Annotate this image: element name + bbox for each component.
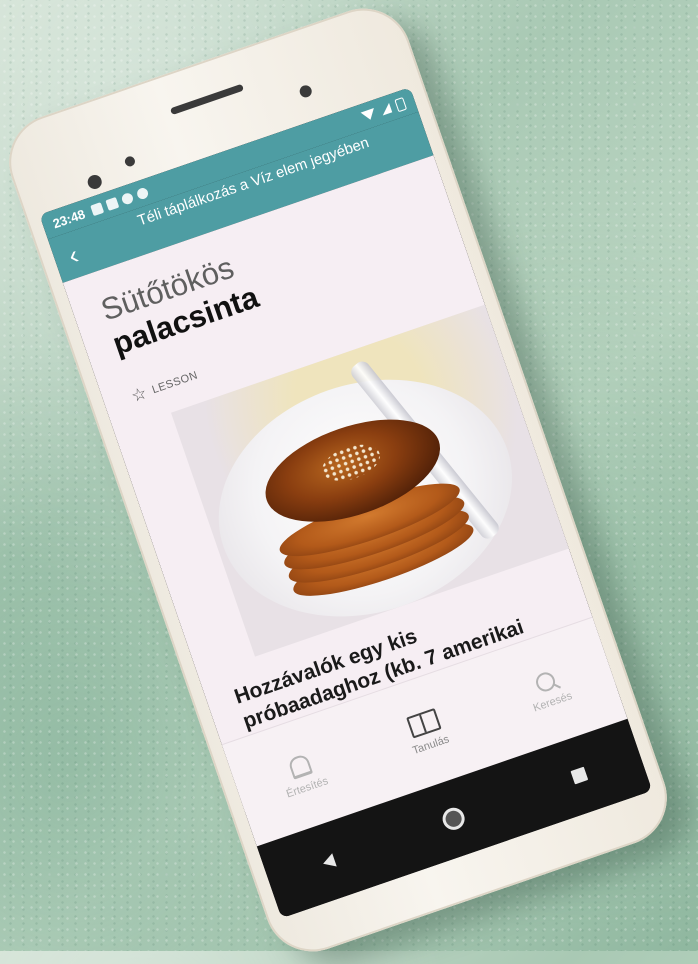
nav-label: Keresés <box>531 689 574 714</box>
app-icon <box>120 191 135 206</box>
nav-item-notifications[interactable]: Értesítés <box>276 749 330 800</box>
star-icon[interactable]: ☆ <box>129 383 150 406</box>
bell-icon <box>286 752 313 780</box>
nav-label: Értesítés <box>284 774 330 801</box>
system-back-icon[interactable] <box>321 853 338 871</box>
signal-icon <box>379 102 393 116</box>
system-home-icon[interactable] <box>439 804 468 833</box>
nav-item-search[interactable]: Keresés <box>523 666 574 714</box>
app-icon-2 <box>135 185 150 200</box>
front-camera-secondary <box>298 83 314 99</box>
notification-icon <box>90 201 105 216</box>
sensor <box>123 155 137 168</box>
book-icon <box>405 708 442 739</box>
wifi-icon <box>360 108 378 123</box>
message-icon <box>105 196 120 211</box>
lesson-tag: LESSON <box>150 368 200 396</box>
earpiece <box>169 83 245 116</box>
battery-icon <box>394 96 407 112</box>
nav-item-learning[interactable]: Tanulás <box>402 707 451 757</box>
system-recents-icon[interactable] <box>570 766 588 785</box>
front-camera <box>85 173 104 191</box>
search-icon <box>533 669 558 694</box>
